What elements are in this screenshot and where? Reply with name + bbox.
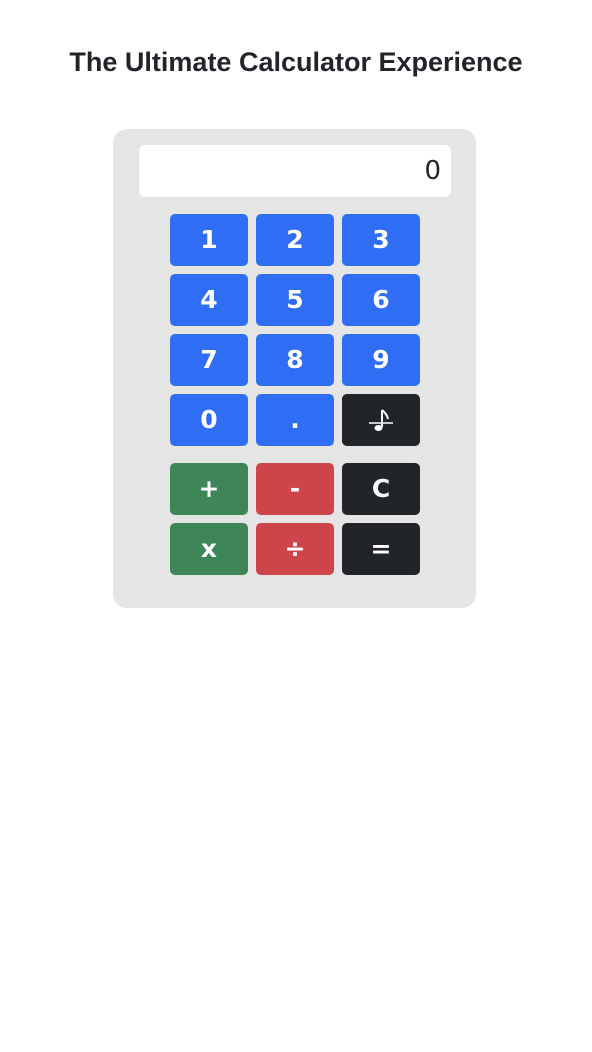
- calculator-panel: 0 1 2 3 4 5 6 7 8 9 0 . + - C x ÷ =: [113, 129, 476, 608]
- key-multiply[interactable]: x: [170, 523, 248, 575]
- sound-toggle-button[interactable]: [342, 394, 420, 446]
- key-1[interactable]: 1: [170, 214, 248, 266]
- key-4[interactable]: 4: [170, 274, 248, 326]
- key-equals[interactable]: =: [342, 523, 420, 575]
- key-clear[interactable]: C: [342, 463, 420, 515]
- key-2[interactable]: 2: [256, 214, 334, 266]
- key-0[interactable]: 0: [170, 394, 248, 446]
- key-add[interactable]: +: [170, 463, 248, 515]
- key-6[interactable]: 6: [342, 274, 420, 326]
- key-divide[interactable]: ÷: [256, 523, 334, 575]
- key-9[interactable]: 9: [342, 334, 420, 386]
- key-decimal[interactable]: .: [256, 394, 334, 446]
- key-subtract[interactable]: -: [256, 463, 334, 515]
- key-7[interactable]: 7: [170, 334, 248, 386]
- key-8[interactable]: 8: [256, 334, 334, 386]
- page-title: The Ultimate Calculator Experience: [69, 47, 523, 77]
- calculator-display: 0: [139, 145, 451, 197]
- music-note-icon: [369, 409, 393, 431]
- key-5[interactable]: 5: [256, 274, 334, 326]
- key-3[interactable]: 3: [342, 214, 420, 266]
